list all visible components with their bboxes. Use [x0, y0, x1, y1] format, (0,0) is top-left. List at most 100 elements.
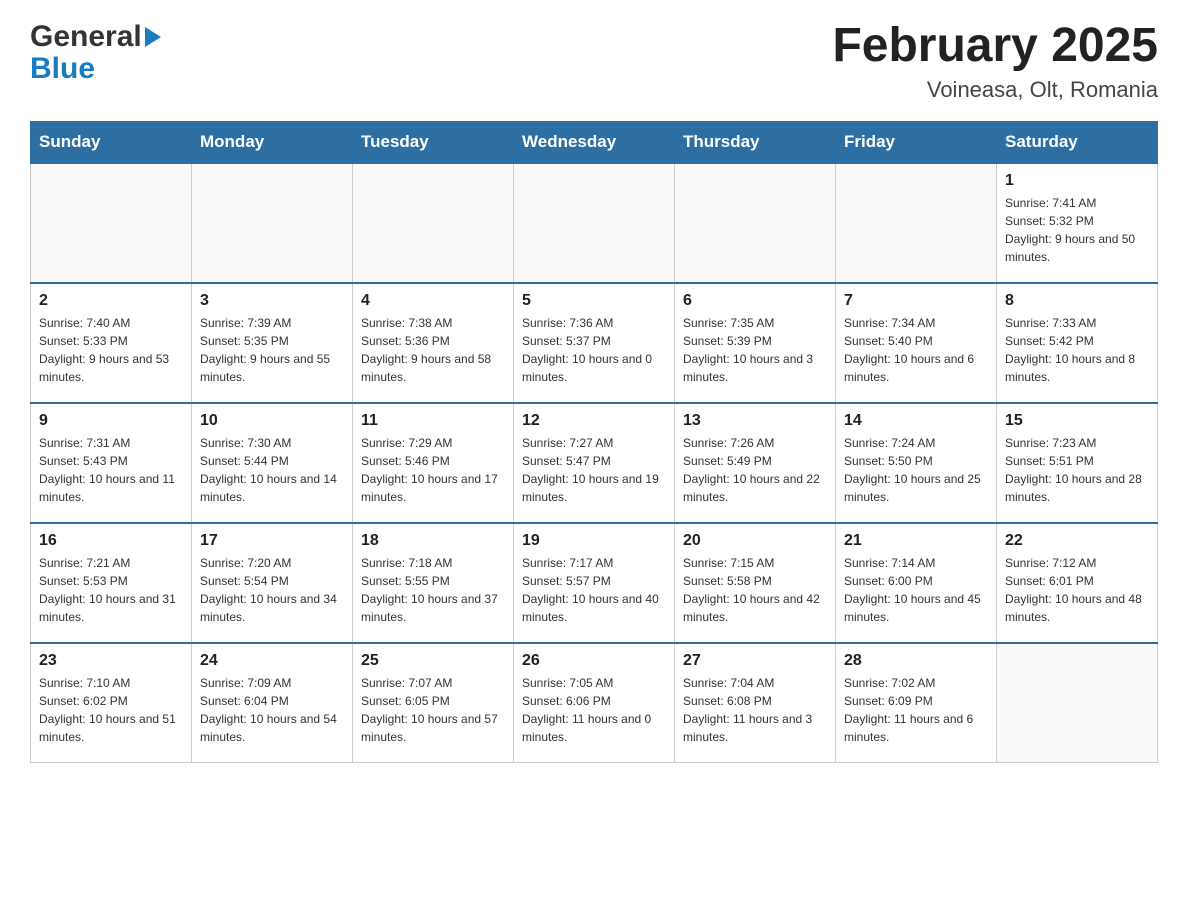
- day-info: Sunrise: 7:07 AM Sunset: 6:05 PM Dayligh…: [361, 674, 505, 746]
- calendar-cell: 4Sunrise: 7:38 AM Sunset: 5:36 PM Daylig…: [353, 283, 514, 403]
- col-header-wednesday: Wednesday: [514, 121, 675, 163]
- calendar-cell: [997, 643, 1158, 763]
- day-number: 17: [200, 532, 344, 550]
- day-number: 8: [1005, 292, 1149, 310]
- day-number: 26: [522, 652, 666, 670]
- day-info: Sunrise: 7:35 AM Sunset: 5:39 PM Dayligh…: [683, 314, 827, 386]
- day-info: Sunrise: 7:10 AM Sunset: 6:02 PM Dayligh…: [39, 674, 183, 746]
- calendar-cell: 25Sunrise: 7:07 AM Sunset: 6:05 PM Dayli…: [353, 643, 514, 763]
- calendar-cell: 16 Sunrise: 7:21 AM Sunset: 5:53 PM Dayli…: [31, 523, 192, 643]
- calendar-cell: 15 Sunrise: 7:23 AM Sunset: 5:51 PM Dayli…: [997, 403, 1158, 523]
- calendar-cell: [675, 163, 836, 283]
- logo-arrow-icon: [145, 27, 161, 47]
- week-row-3: 9 Sunrise: 7:31 AM Sunset: 5:43 PM Daylig…: [31, 403, 1158, 523]
- calendar-cell: 5Sunrise: 7:36 AM Sunset: 5:37 PM Daylig…: [514, 283, 675, 403]
- calendar-cell: 10 Sunrise: 7:30 AM Sunset: 5:44 PM Dayli…: [192, 403, 353, 523]
- calendar-cell: 1 Sunrise: 7:41 AM Sunset: 5:32 PM Daylig…: [997, 163, 1158, 283]
- day-number: 28: [844, 652, 988, 670]
- day-info: Sunrise: 7:36 AM Sunset: 5:37 PM Dayligh…: [522, 314, 666, 386]
- logo-blue-text: Blue: [30, 54, 161, 84]
- calendar-cell: 21 Sunrise: 7:14 AM Sunset: 6:00 PM Dayli…: [836, 523, 997, 643]
- day-info: Sunrise: 7:39 AM Sunset: 5:35 PM Dayligh…: [200, 314, 344, 386]
- day-info: Sunrise: 7:41 AM Sunset: 5:32 PM Dayligh…: [1005, 194, 1149, 266]
- calendar-cell: 20 Sunrise: 7:15 AM Sunset: 5:58 PM Dayli…: [675, 523, 836, 643]
- day-info: Sunrise: 7:14 AM Sunset: 6:00 PM Dayligh…: [844, 554, 988, 626]
- col-header-sunday: Sunday: [31, 121, 192, 163]
- logo-line1: General: [30, 20, 161, 54]
- calendar-cell: 14Sunrise: 7:24 AM Sunset: 5:50 PM Dayli…: [836, 403, 997, 523]
- page-header: General Blue February 2025 Voineasa, Olt…: [30, 20, 1158, 103]
- day-info: Sunrise: 7:30 AM Sunset: 5:44 PM Dayligh…: [200, 434, 344, 506]
- calendar-cell: 28 Sunrise: 7:02 AM Sunset: 6:09 PM Dayli…: [836, 643, 997, 763]
- day-info: Sunrise: 7:31 AM Sunset: 5:43 PM Dayligh…: [39, 434, 183, 506]
- day-number: 23: [39, 652, 183, 670]
- calendar-cell: 17 Sunrise: 7:20 AM Sunset: 5:54 PM Dayli…: [192, 523, 353, 643]
- week-row-5: 23 Sunrise: 7:10 AM Sunset: 6:02 PM Dayli…: [31, 643, 1158, 763]
- calendar-cell: [353, 163, 514, 283]
- day-number: 7: [844, 292, 988, 310]
- calendar-cell: 22 Sunrise: 7:12 AM Sunset: 6:01 PM Dayli…: [997, 523, 1158, 643]
- calendar-subtitle: Voineasa, Olt, Romania: [832, 77, 1158, 103]
- calendar-cell: 12Sunrise: 7:27 AM Sunset: 5:47 PM Dayli…: [514, 403, 675, 523]
- day-info: Sunrise: 7:17 AM Sunset: 5:57 PM Dayligh…: [522, 554, 666, 626]
- day-info: Sunrise: 7:40 AM Sunset: 5:33 PM Dayligh…: [39, 314, 183, 386]
- day-info: Sunrise: 7:12 AM Sunset: 6:01 PM Dayligh…: [1005, 554, 1149, 626]
- day-number: 15: [1005, 412, 1149, 430]
- day-number: 9: [39, 412, 183, 430]
- col-header-saturday: Saturday: [997, 121, 1158, 163]
- day-number: 3: [200, 292, 344, 310]
- calendar-table: SundayMondayTuesdayWednesdayThursdayFrid…: [30, 121, 1158, 764]
- calendar-title: February 2025: [832, 20, 1158, 73]
- day-info: Sunrise: 7:23 AM Sunset: 5:51 PM Dayligh…: [1005, 434, 1149, 506]
- title-block: February 2025 Voineasa, Olt, Romania: [832, 20, 1158, 103]
- day-number: 10: [200, 412, 344, 430]
- col-header-tuesday: Tuesday: [353, 121, 514, 163]
- day-number: 19: [522, 532, 666, 550]
- calendar-header-row: SundayMondayTuesdayWednesdayThursdayFrid…: [31, 121, 1158, 163]
- day-info: Sunrise: 7:34 AM Sunset: 5:40 PM Dayligh…: [844, 314, 988, 386]
- day-number: 20: [683, 532, 827, 550]
- day-number: 21: [844, 532, 988, 550]
- day-number: 27: [683, 652, 827, 670]
- day-number: 22: [1005, 532, 1149, 550]
- calendar-cell: 19 Sunrise: 7:17 AM Sunset: 5:57 PM Dayli…: [514, 523, 675, 643]
- calendar-cell: 9 Sunrise: 7:31 AM Sunset: 5:43 PM Daylig…: [31, 403, 192, 523]
- day-number: 24: [200, 652, 344, 670]
- calendar-cell: 3 Sunrise: 7:39 AM Sunset: 5:35 PM Daylig…: [192, 283, 353, 403]
- day-number: 1: [1005, 172, 1149, 190]
- day-info: Sunrise: 7:21 AM Sunset: 5:53 PM Dayligh…: [39, 554, 183, 626]
- calendar-cell: 23 Sunrise: 7:10 AM Sunset: 6:02 PM Dayli…: [31, 643, 192, 763]
- calendar-cell: 24 Sunrise: 7:09 AM Sunset: 6:04 PM Dayli…: [192, 643, 353, 763]
- logo-general-text: General: [30, 20, 142, 54]
- day-number: 12: [522, 412, 666, 430]
- col-header-monday: Monday: [192, 121, 353, 163]
- calendar-cell: 13Sunrise: 7:26 AM Sunset: 5:49 PM Dayli…: [675, 403, 836, 523]
- col-header-friday: Friday: [836, 121, 997, 163]
- day-info: Sunrise: 7:02 AM Sunset: 6:09 PM Dayligh…: [844, 674, 988, 746]
- day-number: 6: [683, 292, 827, 310]
- calendar-cell: [192, 163, 353, 283]
- day-info: Sunrise: 7:38 AM Sunset: 5:36 PM Dayligh…: [361, 314, 505, 386]
- day-info: Sunrise: 7:18 AM Sunset: 5:55 PM Dayligh…: [361, 554, 505, 626]
- day-number: 2: [39, 292, 183, 310]
- day-info: Sunrise: 7:20 AM Sunset: 5:54 PM Dayligh…: [200, 554, 344, 626]
- day-number: 16: [39, 532, 183, 550]
- calendar-cell: [514, 163, 675, 283]
- day-info: Sunrise: 7:09 AM Sunset: 6:04 PM Dayligh…: [200, 674, 344, 746]
- day-info: Sunrise: 7:05 AM Sunset: 6:06 PM Dayligh…: [522, 674, 666, 746]
- day-info: Sunrise: 7:04 AM Sunset: 6:08 PM Dayligh…: [683, 674, 827, 746]
- day-number: 18: [361, 532, 505, 550]
- col-header-thursday: Thursday: [675, 121, 836, 163]
- day-info: Sunrise: 7:29 AM Sunset: 5:46 PM Dayligh…: [361, 434, 505, 506]
- calendar-cell: 8Sunrise: 7:33 AM Sunset: 5:42 PM Daylig…: [997, 283, 1158, 403]
- day-info: Sunrise: 7:15 AM Sunset: 5:58 PM Dayligh…: [683, 554, 827, 626]
- day-number: 11: [361, 412, 505, 430]
- calendar-cell: 26 Sunrise: 7:05 AM Sunset: 6:06 PM Dayli…: [514, 643, 675, 763]
- calendar-cell: 2 Sunrise: 7:40 AM Sunset: 5:33 PM Daylig…: [31, 283, 192, 403]
- calendar-cell: 11 Sunrise: 7:29 AM Sunset: 5:46 PM Dayli…: [353, 403, 514, 523]
- week-row-1: 1 Sunrise: 7:41 AM Sunset: 5:32 PM Daylig…: [31, 163, 1158, 283]
- calendar-cell: 27 Sunrise: 7:04 AM Sunset: 6:08 PM Dayli…: [675, 643, 836, 763]
- day-number: 14: [844, 412, 988, 430]
- logo: General Blue: [30, 20, 161, 84]
- calendar-cell: [836, 163, 997, 283]
